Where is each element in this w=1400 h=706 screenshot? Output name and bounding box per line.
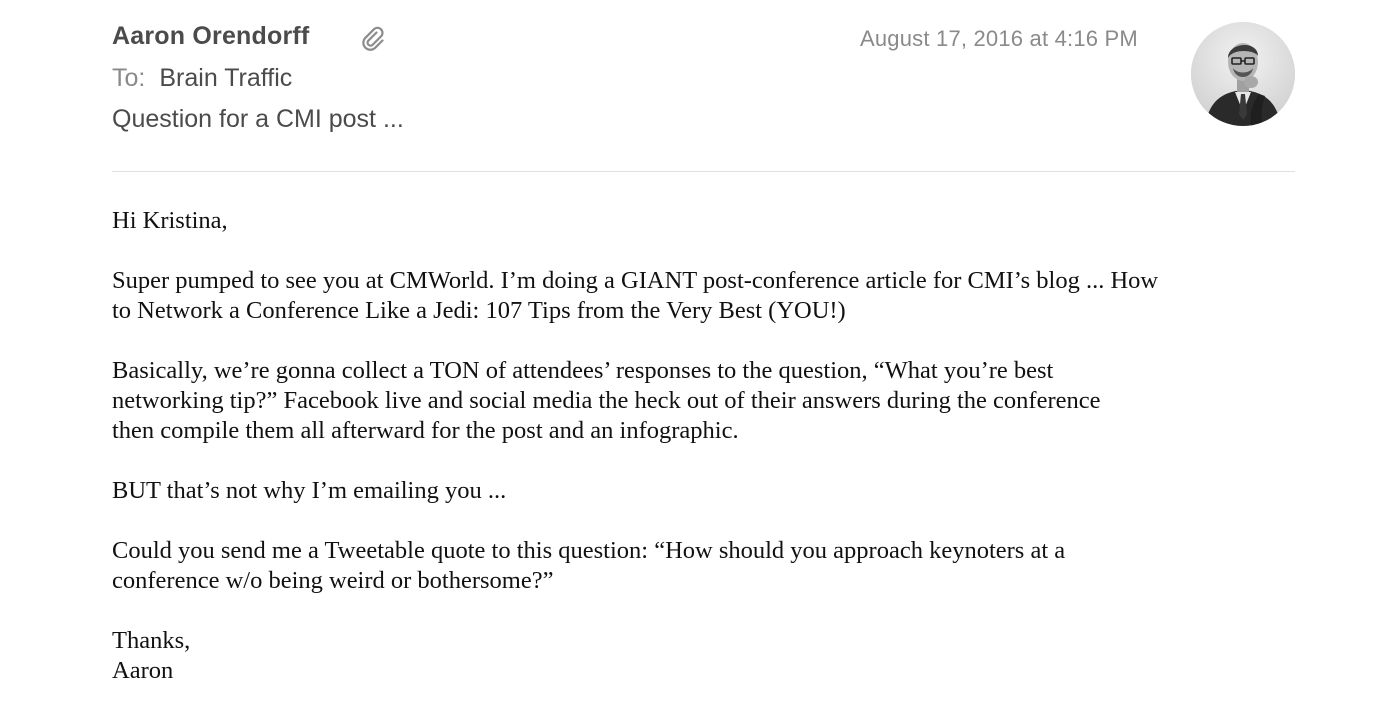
paragraph-line: Basically, we’re gonna collect a TON of …: [112, 357, 1054, 384]
paperclip-icon[interactable]: [358, 24, 388, 54]
paragraph-intro: Super pumped to see you at CMWorld. I’m …: [112, 266, 1292, 326]
sent-date: August 17, 2016 at 4:16 PM: [860, 26, 1138, 51]
signoff: Thanks,: [112, 627, 191, 654]
paragraph-line: to Network a Conference Like a Jedi: 107…: [112, 297, 846, 324]
paragraph-line: Super pumped to see you at CMWorld. I’m …: [112, 267, 1159, 294]
signature: Aaron: [112, 657, 174, 684]
sender-avatar: [1191, 22, 1295, 126]
subject-line: Question for a CMI post ...: [112, 105, 404, 133]
paragraph-request: Could you send me a Tweetable quote to t…: [112, 536, 1292, 596]
recipient-name[interactable]: Brain Traffic: [159, 64, 292, 92]
paragraph-line: then compile them all afterward for the …: [112, 417, 739, 444]
paragraph-plan: Basically, we’re gonna collect a TON of …: [112, 356, 1292, 446]
header-divider: [112, 171, 1295, 172]
paragraph-line: networking tip?” Facebook live and socia…: [112, 387, 1101, 414]
sender-name[interactable]: Aaron Orendorff: [112, 22, 309, 51]
paragraph-line: conference w/o being weird or bothersome…: [112, 567, 554, 594]
paragraph-line: Could you send me a Tweetable quote to t…: [112, 537, 1066, 564]
message-body: Hi Kristina, Super pumped to see you at …: [112, 206, 1292, 686]
paragraph-transition: BUT that’s not why I’m emailing you ...: [112, 477, 507, 504]
email-message: Aaron Orendorff August 17, 2016 at 4:16 …: [0, 0, 1400, 706]
recipient-row: To: Brain Traffic: [112, 64, 292, 93]
greeting: Hi Kristina,: [112, 207, 228, 234]
to-label: To:: [112, 64, 146, 92]
